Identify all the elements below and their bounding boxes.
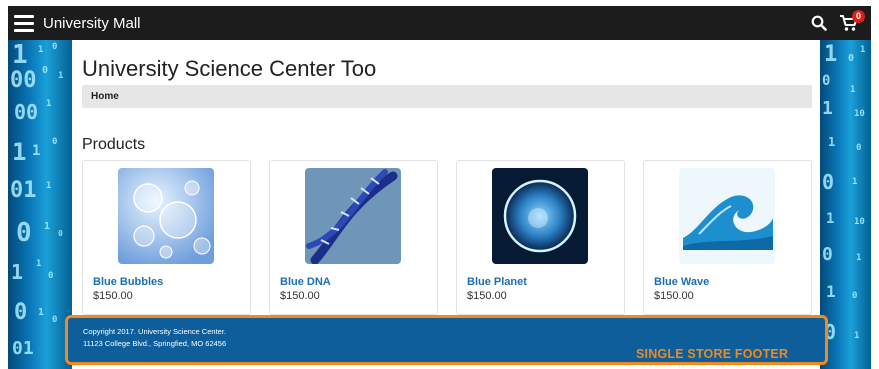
product-card[interactable]: Blue DNA $150.00 [269, 160, 438, 315]
product-card[interactable]: Blue Bubbles $150.00 [82, 160, 251, 315]
cart-count-badge: 0 [852, 10, 865, 23]
footer-callout-label: SINGLE STORE FOOTER [636, 347, 789, 361]
footer-copyright: Copyright 2017. University Science Cente… [83, 327, 226, 336]
product-price: $150.00 [467, 290, 507, 302]
footer-address: 11123 College Blvd., Springfied, MO 6245… [83, 339, 227, 348]
product-card[interactable]: Blue Planet $150.00 [456, 160, 625, 315]
breadcrumb: Home [82, 85, 812, 108]
product-name-link[interactable]: Blue Bubbles [93, 276, 163, 288]
product-image-blue-wave[interactable] [679, 168, 775, 264]
product-image-blue-bubbles[interactable] [118, 168, 214, 264]
product-card[interactable]: Blue Wave $150.00 [643, 160, 812, 315]
main-content: University Science Center Too Home Produ… [72, 40, 820, 315]
page-title: University Science Center Too [82, 56, 377, 81]
breadcrumb-home-link[interactable]: Home [91, 91, 119, 102]
product-image-blue-planet[interactable] [492, 168, 588, 264]
site-title[interactable]: University Mall [43, 15, 141, 32]
product-name-link[interactable]: Blue Wave [654, 276, 709, 288]
top-bar: University Mall 0 [8, 6, 871, 40]
page: University Mall 0 1 1 0 00 0 1 00 1 1 1 … [0, 0, 879, 369]
product-price: $150.00 [93, 290, 133, 302]
search-icon[interactable] [811, 15, 827, 31]
product-price: $150.00 [280, 290, 320, 302]
background-image-left: 1 1 0 00 0 1 00 1 1 1 0 01 1 0 1 0 1 1 0… [8, 40, 72, 369]
product-name-link[interactable]: Blue Planet [467, 276, 527, 288]
section-title: Products [82, 136, 146, 153]
product-image-blue-dna[interactable] [305, 168, 401, 264]
hamburger-menu-icon[interactable] [14, 14, 34, 32]
product-price: $150.00 [654, 290, 694, 302]
product-name-link[interactable]: Blue DNA [280, 276, 331, 288]
